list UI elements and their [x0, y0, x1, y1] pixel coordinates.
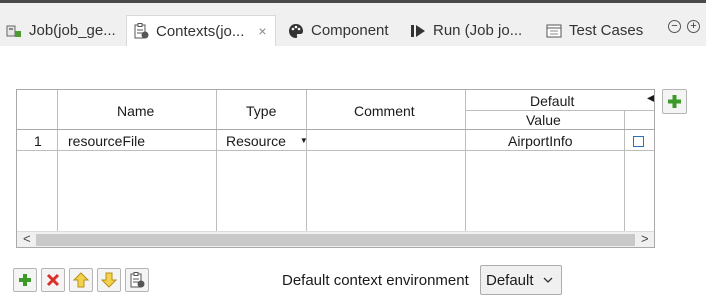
- job-icon: [6, 23, 22, 39]
- grid-line: [465, 90, 466, 231]
- close-tab-icon[interactable]: ×: [258, 23, 266, 39]
- contexts-icon: [130, 272, 145, 288]
- header-bottom-line: [17, 129, 654, 130]
- dropdown-arrow-icon: ▼: [299, 136, 308, 145]
- context-table: Name Type Comment Default ◀ Value 1 reso…: [16, 89, 655, 248]
- minimize-icon[interactable]: −: [668, 20, 681, 33]
- default-context-label: Default context environment: [282, 272, 469, 289]
- cell-name[interactable]: resourceFile: [68, 133, 145, 149]
- maximize-icon[interactable]: +: [687, 20, 700, 33]
- remove-icon: [46, 273, 60, 287]
- tab-bar-top-border: [0, 0, 706, 3]
- default-context-value: Default: [486, 271, 534, 289]
- arrow-up-icon: [73, 272, 89, 288]
- grid-line: [465, 110, 654, 111]
- horizontal-scrollbar[interactable]: < >: [17, 231, 654, 247]
- prompt-checkbox[interactable]: [633, 136, 644, 147]
- move-up-button[interactable]: [69, 268, 93, 292]
- remove-variable-button[interactable]: [41, 268, 65, 292]
- column-header-name[interactable]: Name: [117, 103, 154, 119]
- column-header-default[interactable]: Default: [530, 93, 574, 109]
- default-context-select[interactable]: Default: [480, 265, 562, 295]
- tab-run[interactable]: Run (Job jo...: [410, 15, 535, 46]
- tab-label: Test Cases: [569, 22, 644, 39]
- row-index: 1: [34, 133, 42, 149]
- add-context-group-button[interactable]: [662, 89, 687, 114]
- run-icon: [410, 23, 426, 39]
- tab-label: Component: [311, 22, 389, 39]
- chevron-down-icon: [542, 272, 554, 291]
- plus-icon: [668, 95, 681, 108]
- scrollbar-thumb[interactable]: [36, 234, 635, 246]
- move-down-button[interactable]: [97, 268, 121, 292]
- grid-line: [216, 90, 217, 231]
- grid-line: [57, 90, 58, 231]
- column-header-type[interactable]: Type: [246, 103, 276, 119]
- tab-contexts[interactable]: Contexts(jo... ×: [126, 15, 276, 46]
- test-cases-icon: [546, 23, 562, 39]
- grid-line: [306, 90, 307, 231]
- scroll-left-icon[interactable]: <: [23, 231, 31, 246]
- contexts-icon: [133, 23, 149, 39]
- plus-icon: [19, 274, 31, 286]
- editor-tab-bar: Job(job_ge... Contexts(jo... × Component…: [0, 0, 706, 46]
- tab-component[interactable]: Component: [288, 15, 400, 46]
- scroll-right-icon[interactable]: >: [641, 231, 649, 246]
- tab-job[interactable]: Job(job_ge...: [2, 15, 120, 46]
- add-variable-button[interactable]: [13, 268, 37, 292]
- tab-test-cases[interactable]: Test Cases: [546, 15, 656, 46]
- tab-label: Contexts(jo...: [156, 22, 245, 40]
- tab-label: Job(job_ge...: [29, 22, 116, 39]
- tab-label: Run (Job jo...: [433, 22, 523, 39]
- arrow-down-icon: [101, 272, 117, 288]
- column-header-value[interactable]: Value: [526, 112, 561, 128]
- palette-icon: [288, 23, 304, 39]
- cell-type-value: Resource: [226, 133, 286, 149]
- cell-value[interactable]: AirportInfo: [508, 133, 573, 149]
- manage-contexts-button[interactable]: [125, 268, 149, 292]
- row-line: [17, 150, 654, 151]
- scroll-left-arrow-icon[interactable]: ◀: [647, 93, 654, 104]
- cell-type-select[interactable]: Resource ▼: [226, 133, 308, 149]
- column-header-comment[interactable]: Comment: [354, 103, 415, 119]
